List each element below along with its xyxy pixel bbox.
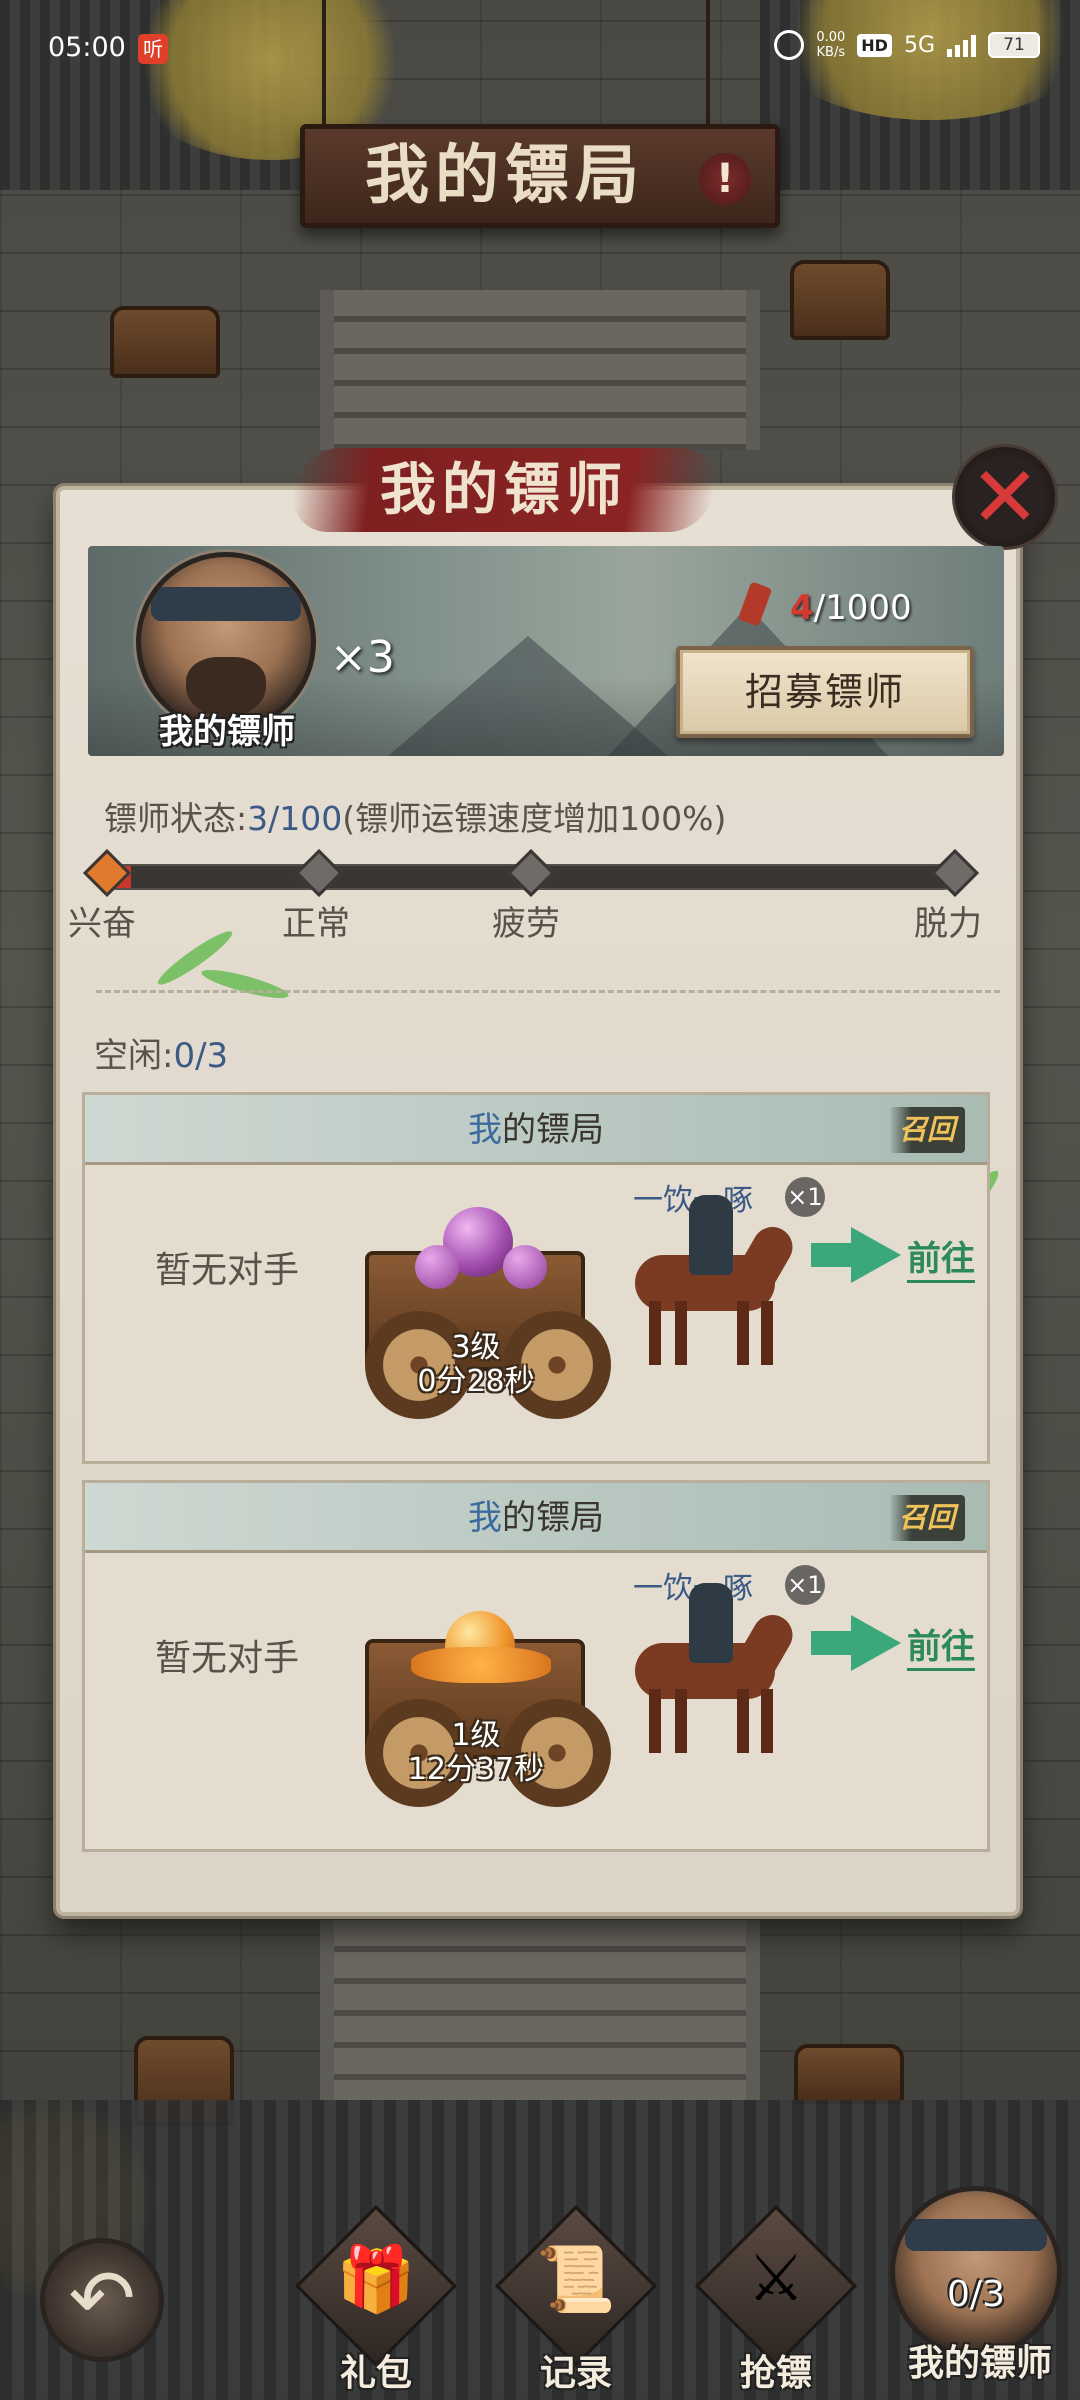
close-button[interactable]: ✕ (952, 444, 1058, 550)
nav-records[interactable]: 📜 记录 (494, 2204, 658, 2396)
stage-label-tired: 疲劳 (492, 904, 560, 944)
opponent-status: 暂无对手 (155, 1638, 300, 1679)
go-arrow-icon (851, 1227, 901, 1283)
nav-label: 抢镖 (739, 2352, 812, 2394)
recall-button[interactable]: 召回 (889, 1495, 965, 1541)
nav-label: 记录 (539, 2352, 612, 2394)
cargo-gold-pile-icon (411, 1647, 551, 1683)
nav-label: 礼包 (339, 2352, 412, 2394)
escort-status-line: 镖师状态:3/100(镖师运镖速度增加100%) (104, 799, 727, 838)
battery-icon: 71 (988, 32, 1040, 58)
treasure-chest (794, 2044, 904, 2104)
escort-card: 我的镖局 召回 暂无对手 一饮一啄 ×1 3级0分28秒 前往 (82, 1092, 990, 1464)
escort-agency-sign: 我的镖局 ! (300, 124, 780, 228)
escort-card: 我的镖局 召回 暂无对手 一饮一啄 ×1 1级12分37秒 前往 (82, 1480, 990, 1852)
treasure-chest (110, 306, 220, 378)
stage-label-exhausted: 脱力 (914, 904, 982, 944)
nav-gift-pack[interactable]: 🎁 礼包 (294, 2204, 458, 2396)
recruit-token-count: 4/1000 (790, 588, 912, 628)
signal-icon (947, 33, 976, 57)
network-type: 5G (903, 32, 935, 58)
sign-title: 我的镖局 (365, 138, 645, 213)
cargo-gem-icon (415, 1245, 459, 1289)
rider-multiplier: ×1 (785, 1565, 825, 1605)
card-title: 我的镖局 (468, 1110, 604, 1150)
stage-label-excited: 兴奋 (68, 904, 136, 944)
back-arrow-icon[interactable]: ↶ (40, 2238, 164, 2362)
headband (151, 587, 301, 621)
scroll-record-icon: 📜 (536, 2243, 616, 2317)
clock: 05:00 (48, 32, 126, 63)
help-button[interactable]: ! (699, 153, 751, 205)
treasure-chest (790, 260, 890, 340)
cart-level-timer: 1级 12分37秒 (407, 1718, 545, 1787)
sign-rope (322, 0, 326, 128)
go-button[interactable]: 前往 (907, 1619, 975, 1671)
recruit-button[interactable]: 招募镖师 (676, 646, 974, 738)
nav-rob-escort[interactable]: ⚔ 抢镖 (694, 2204, 858, 2396)
horse-rider (615, 1195, 805, 1365)
go-arrow-icon (851, 1615, 901, 1671)
network-speed: 0.00 KB/s (816, 30, 846, 60)
app-notification-icon: 听 (138, 34, 168, 64)
go-button[interactable]: 前往 (907, 1231, 975, 1283)
card-title: 我的镖局 (468, 1498, 604, 1538)
gift-box-icon: 🎁 (336, 2243, 416, 2317)
idle-count: 空闲:0/3 (94, 1036, 229, 1076)
go-arrow-icon (811, 1631, 855, 1655)
alarm-icon (774, 30, 805, 60)
cargo-gem-icon (503, 1245, 547, 1289)
panel-title: 我的镖师 (380, 457, 628, 523)
crossed-weapons-icon: ⚔ (747, 2242, 805, 2316)
sign-rope (706, 0, 710, 128)
stairs-bottom (320, 1920, 760, 2100)
recall-button[interactable]: 召回 (889, 1107, 965, 1153)
escort-master-available-count: 0/3 (947, 2274, 1005, 2315)
nav-my-escort-master-avatar[interactable] (890, 2186, 1062, 2358)
go-arrow-icon (811, 1243, 855, 1267)
rider-multiplier: ×1 (785, 1177, 825, 1217)
opponent-status: 暂无对手 (155, 1250, 300, 1291)
horse-rider (615, 1583, 805, 1753)
divider (96, 990, 1000, 993)
escort-master-count: ×3 (330, 632, 395, 683)
avatar-label: 我的镖师 (159, 712, 295, 752)
stairs-top (320, 290, 760, 450)
nav-my-escort-master-label: 我的镖师 (907, 2342, 1052, 2384)
stage-label-normal: 正常 (282, 904, 350, 944)
hd-icon: HD (857, 33, 892, 57)
cart-level-timer: 3级 0分28秒 (417, 1330, 535, 1399)
status-bar: 05:00 听 0.00 KB/s HD 5G 71 (0, 0, 1080, 100)
